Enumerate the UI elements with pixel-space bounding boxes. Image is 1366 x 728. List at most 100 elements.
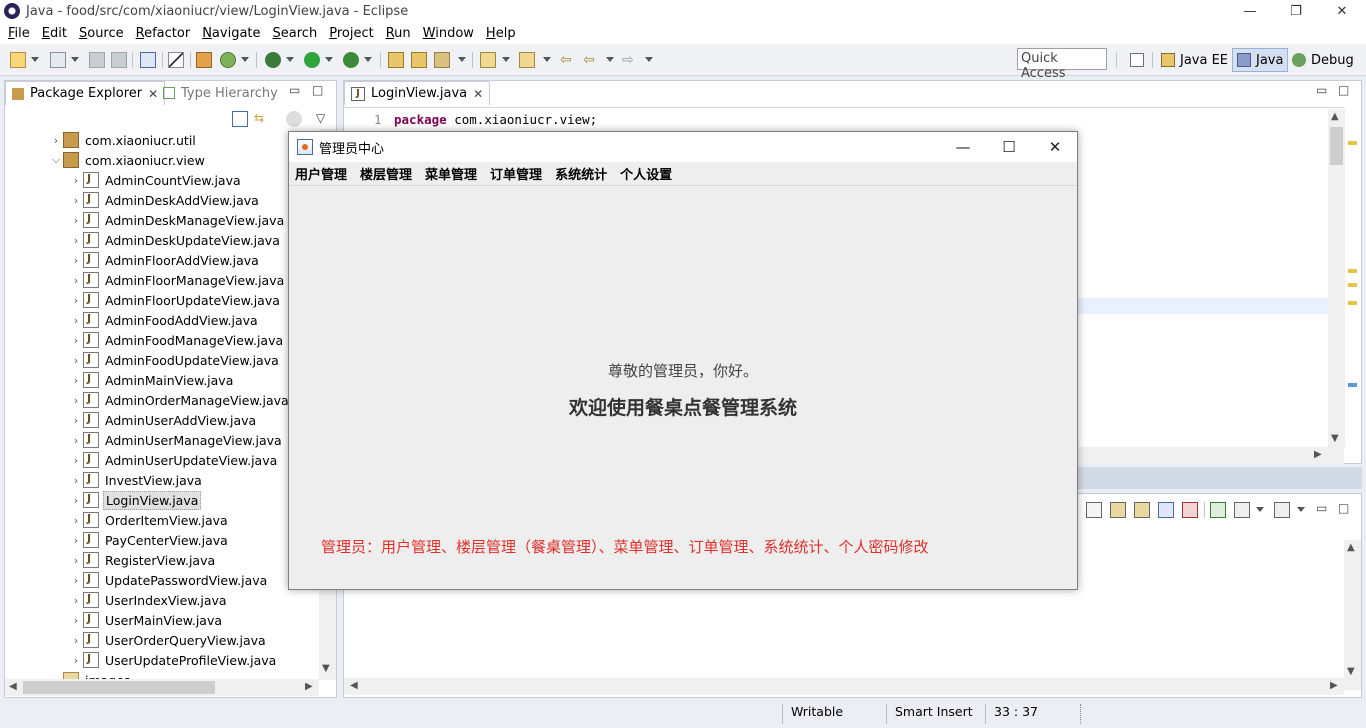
new-project-dropdown-icon[interactable] bbox=[71, 57, 79, 62]
file-item[interactable]: › AdminDeskManageView.java bbox=[69, 210, 286, 230]
new-dropdown-icon[interactable] bbox=[31, 57, 39, 62]
collapsed-arrow-icon[interactable]: › bbox=[69, 374, 83, 387]
back-icon[interactable]: ⇦ bbox=[583, 52, 599, 68]
warning-marker[interactable] bbox=[1348, 269, 1357, 273]
debug-icon[interactable] bbox=[265, 52, 281, 68]
scroll-thumb[interactable] bbox=[1330, 127, 1343, 165]
terminate-icon[interactable] bbox=[1182, 502, 1198, 518]
console-vertical-scrollbar[interactable]: ▲ ▼ bbox=[1344, 540, 1361, 690]
collapsed-arrow-icon[interactable]: › bbox=[69, 254, 83, 267]
tab-loginview-java[interactable]: J LoginView.java ✕ bbox=[344, 81, 491, 105]
collapsed-arrow-icon[interactable]: › bbox=[69, 414, 83, 427]
collapsed-arrow-icon[interactable]: › bbox=[69, 534, 83, 547]
file-item[interactable]: › OrderItemView.java bbox=[69, 510, 230, 530]
menu-run[interactable]: Run bbox=[380, 26, 417, 41]
menu-project[interactable]: Project bbox=[323, 26, 380, 41]
refresh-dropdown-icon[interactable] bbox=[241, 57, 249, 62]
menu-search[interactable]: Search bbox=[267, 26, 324, 41]
search-dropdown-icon[interactable] bbox=[458, 57, 466, 62]
file-item[interactable]: › UserMainView.java bbox=[69, 610, 224, 630]
code-line-1[interactable]: package com.xiaoniucr.view; bbox=[394, 112, 597, 127]
next-annotation-icon[interactable] bbox=[480, 52, 496, 68]
open-perspective-button[interactable] bbox=[1126, 48, 1153, 72]
collapsed-arrow-icon[interactable]: › bbox=[69, 234, 83, 247]
file-item[interactable]: › UserOrderQueryView.java bbox=[69, 630, 268, 650]
maximize-view-icon[interactable]: □ bbox=[312, 83, 323, 97]
collapsed-arrow-icon[interactable]: › bbox=[69, 634, 83, 647]
menu-refactor[interactable]: Refactor bbox=[130, 26, 197, 41]
explorer-horizontal-scrollbar[interactable]: ◀ ▶ bbox=[5, 679, 319, 696]
file-item[interactable]: › AdminFoodUpdateView.java bbox=[69, 350, 281, 370]
file-item[interactable]: › UserIndexView.java bbox=[69, 590, 229, 610]
menu-file[interactable]: File bbox=[2, 26, 36, 41]
scroll-right-icon[interactable]: ▶ bbox=[1330, 680, 1338, 691]
console-horizontal-scrollbar[interactable]: ◀ ▶ bbox=[344, 678, 1344, 695]
quick-access-input[interactable]: Quick Access bbox=[1017, 48, 1107, 81]
perspective-debug[interactable]: Debug bbox=[1288, 48, 1358, 72]
clear-console-icon[interactable] bbox=[1086, 502, 1102, 518]
run-dropdown-icon[interactable] bbox=[325, 57, 333, 62]
skip-breakpoints-icon[interactable] bbox=[168, 52, 184, 68]
file-item[interactable]: › LoginView.java bbox=[69, 490, 202, 510]
restore-button[interactable]: ❐ bbox=[1273, 0, 1319, 22]
package-item[interactable]: ⌵ com.xiaoniucr.view bbox=[49, 150, 207, 170]
collapsed-arrow-icon[interactable]: › bbox=[69, 574, 83, 587]
collapsed-arrow-icon[interactable]: › bbox=[69, 294, 83, 307]
maximize-view-icon[interactable]: □ bbox=[1338, 83, 1349, 97]
run-icon[interactable] bbox=[304, 52, 320, 68]
collapse-all-icon[interactable] bbox=[232, 111, 248, 127]
open-type-icon[interactable] bbox=[388, 52, 404, 68]
occurrence-marker[interactable] bbox=[1348, 383, 1357, 387]
collapsed-arrow-icon[interactable]: › bbox=[69, 474, 83, 487]
scroll-left-icon[interactable]: ◀ bbox=[350, 680, 358, 691]
display-console-icon[interactable] bbox=[1234, 502, 1250, 518]
minimize-view-icon[interactable]: ▭ bbox=[289, 83, 300, 97]
dialog-maximize-button[interactable]: ☐ bbox=[986, 132, 1032, 162]
file-item[interactable]: › UserUpdateProfileView.java bbox=[69, 650, 278, 670]
save-all-icon[interactable] bbox=[111, 52, 127, 68]
collapsed-arrow-icon[interactable]: › bbox=[69, 434, 83, 447]
menu-system-stats[interactable]: 系统统计 bbox=[549, 164, 614, 183]
collapsed-arrow-icon[interactable]: › bbox=[69, 514, 83, 527]
display-dropdown-icon[interactable] bbox=[1256, 507, 1264, 512]
file-item[interactable]: › InvestView.java bbox=[69, 470, 204, 490]
scroll-down-icon[interactable]: ▼ bbox=[1347, 666, 1355, 677]
menu-navigate[interactable]: Navigate bbox=[196, 26, 266, 41]
minimize-view-icon[interactable]: ▭ bbox=[1316, 83, 1327, 97]
build-icon[interactable] bbox=[196, 52, 212, 68]
menu-floor-management[interactable]: 楼层管理 bbox=[354, 164, 419, 183]
close-button[interactable]: ✕ bbox=[1319, 0, 1365, 22]
file-item[interactable]: › AdminFloorAddView.java bbox=[69, 250, 261, 270]
file-item[interactable]: › AdminDeskUpdateView.java bbox=[69, 230, 282, 250]
expanded-arrow-icon[interactable]: ⌵ bbox=[49, 153, 63, 167]
menu-window[interactable]: Window bbox=[417, 26, 480, 41]
collapsed-arrow-icon[interactable]: › bbox=[69, 594, 83, 607]
editor-horizontal-scrollbar[interactable]: ▶ bbox=[1078, 447, 1344, 464]
collapsed-arrow-icon[interactable]: › bbox=[69, 214, 83, 227]
warning-marker[interactable] bbox=[1348, 283, 1357, 287]
scroll-down-icon[interactable]: ▼ bbox=[1331, 433, 1339, 444]
pin-console-icon[interactable] bbox=[1210, 502, 1226, 518]
last-edit-icon[interactable]: ⇦ bbox=[560, 52, 576, 68]
scroll-up-icon[interactable]: ▲ bbox=[1347, 542, 1355, 553]
file-item[interactable]: › AdminDeskAddView.java bbox=[69, 190, 261, 210]
scroll-right-icon[interactable]: ▶ bbox=[1314, 449, 1322, 460]
collapsed-arrow-icon[interactable]: › bbox=[69, 194, 83, 207]
file-item[interactable]: › AdminUserAddView.java bbox=[69, 410, 258, 430]
file-item[interactable]: › AdminOrderManageView.java bbox=[69, 390, 291, 410]
menu-order-management[interactable]: 订单管理 bbox=[484, 164, 549, 183]
file-item[interactable]: › AdminFloorManageView.java bbox=[69, 270, 286, 290]
link-with-editor-icon[interactable]: ⇆ bbox=[254, 111, 270, 127]
run-external-icon[interactable] bbox=[343, 52, 359, 68]
warning-marker[interactable] bbox=[1348, 141, 1357, 145]
file-item[interactable]: › AdminFoodManageView.java bbox=[69, 330, 285, 350]
collapsed-arrow-icon[interactable]: › bbox=[69, 394, 83, 407]
file-item[interactable]: › UpdatePasswordView.java bbox=[69, 570, 269, 590]
file-item[interactable]: › AdminUserUpdateView.java bbox=[69, 450, 279, 470]
collapsed-arrow-icon[interactable]: › bbox=[69, 614, 83, 627]
console-icon[interactable] bbox=[140, 52, 156, 68]
save-icon[interactable] bbox=[89, 52, 105, 68]
focus-icon[interactable] bbox=[286, 111, 302, 127]
minimize-view-icon[interactable]: ▭ bbox=[1316, 501, 1327, 515]
open-console-icon[interactable] bbox=[1274, 502, 1290, 518]
